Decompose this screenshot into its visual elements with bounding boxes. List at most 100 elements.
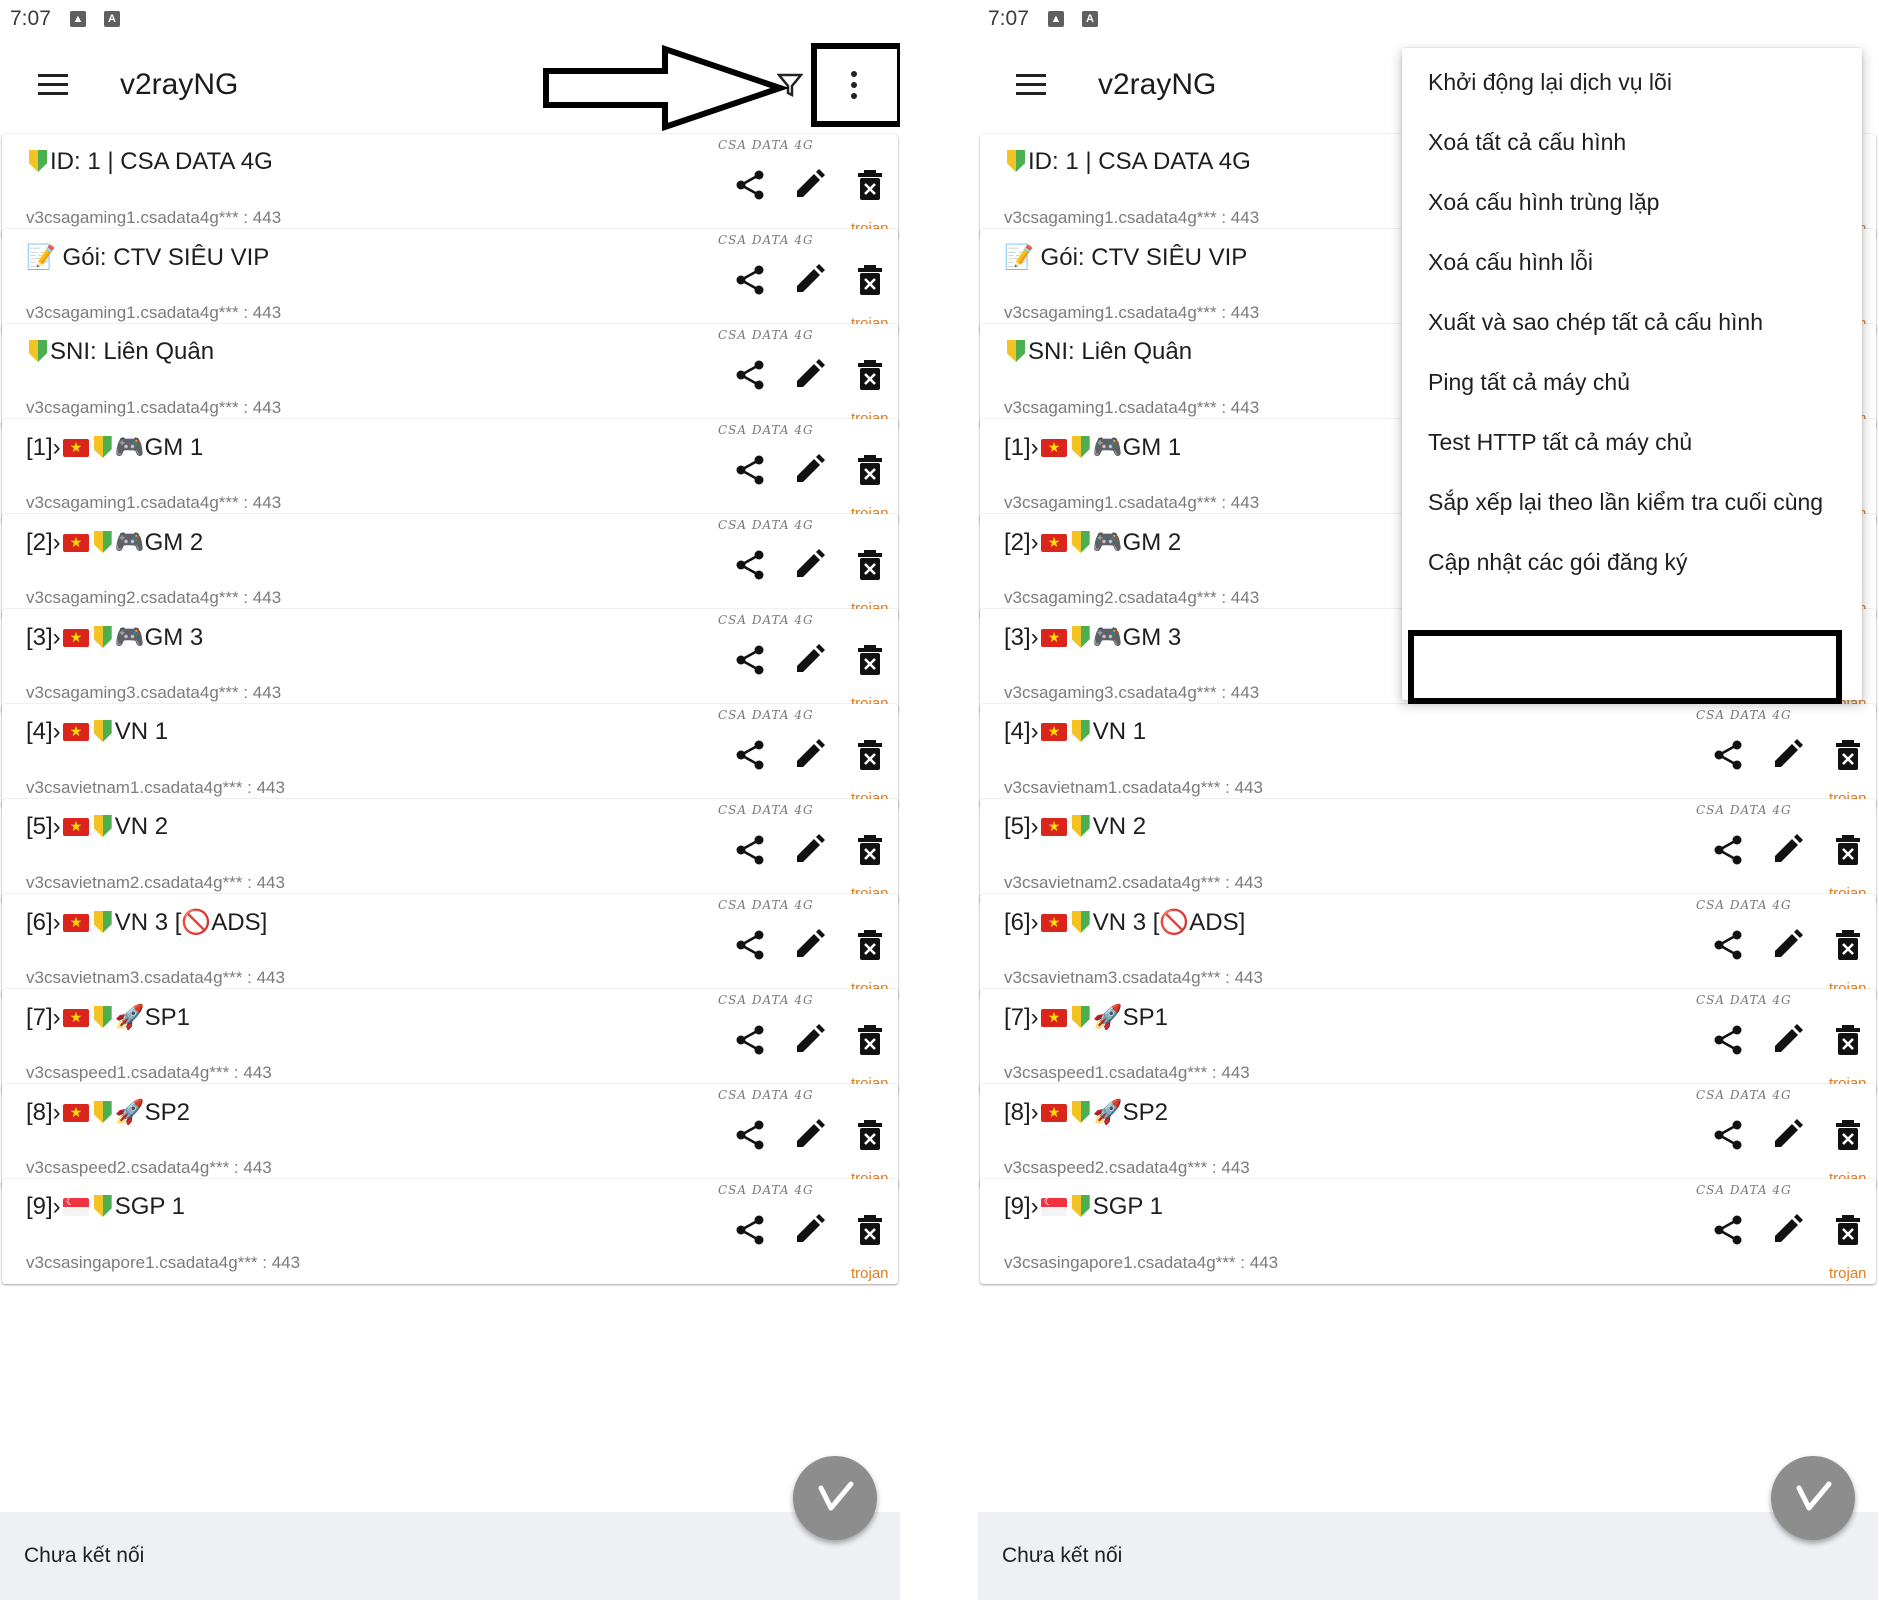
edit-icon[interactable] (792, 928, 826, 962)
profile-watermark: CSA DATA 4G (718, 708, 814, 722)
profile-card[interactable]: [4]› VN 1 v3csavietnam1.csadata4g*** : 443… (980, 704, 1876, 809)
share-icon[interactable] (1711, 1118, 1745, 1152)
bottom-status-bar[interactable]: Chưa kết nối (0, 1512, 900, 1600)
delete-icon[interactable] (853, 453, 887, 487)
edit-icon[interactable] (792, 358, 826, 392)
share-icon[interactable] (1711, 928, 1745, 962)
profile-card[interactable]: [3]› 🎮GM 3 v3csagaming3.csadata4g*** : 443… (2, 609, 898, 714)
delete-icon[interactable] (853, 263, 887, 297)
delete-icon[interactable] (1831, 928, 1865, 962)
delete-icon[interactable] (853, 1118, 887, 1152)
profile-card[interactable]: [2]› 🎮GM 2 v3csagaming2.csadata4g*** : 443… (2, 514, 898, 619)
connect-button[interactable] (1771, 1456, 1855, 1540)
profile-card[interactable]: [8]› 🚀SP2 v3csaspeed2.csadata4g*** : 443 CS… (2, 1084, 898, 1189)
edit-icon[interactable] (792, 168, 826, 202)
delete-icon[interactable] (853, 1213, 887, 1247)
delete-icon[interactable] (853, 358, 887, 392)
delete-icon[interactable] (853, 548, 887, 582)
profile-card[interactable]: [9]› SGP 1 v3csasingapore1.csadata4g*** : … (2, 1179, 898, 1284)
profile-name-text: [4]› (26, 718, 61, 745)
profile-card[interactable]: ID: 1 | CSA DATA 4G v3csagaming1.csadata4… (2, 134, 898, 239)
edit-icon[interactable] (792, 1023, 826, 1057)
menu-icon[interactable] (38, 72, 70, 98)
edit-icon[interactable] (1770, 1118, 1804, 1152)
menu-icon[interactable] (1016, 72, 1048, 98)
profile-name: [2]› 🎮GM 2 (1004, 528, 1181, 557)
profile-card[interactable]: [7]› 🚀SP1 v3csaspeed1.csadata4g*** : 443 CS… (980, 989, 1876, 1094)
edit-icon[interactable] (792, 643, 826, 677)
edit-icon[interactable] (792, 453, 826, 487)
profile-card[interactable]: [1]› 🎮GM 1 v3csagaming1.csadata4g*** : 443… (2, 419, 898, 524)
profile-card[interactable]: [4]› VN 1 v3csavietnam1.csadata4g*** : 443… (2, 704, 898, 809)
edit-icon[interactable] (1770, 738, 1804, 772)
edit-icon[interactable] (792, 548, 826, 582)
profile-card[interactable]: [5]› VN 2 v3csavietnam2.csadata4g*** : 443… (980, 799, 1876, 904)
share-icon[interactable] (733, 1023, 767, 1057)
delete-icon[interactable] (853, 168, 887, 202)
profile-name-text: [6]› (1004, 909, 1039, 936)
edit-icon[interactable] (792, 263, 826, 297)
edit-icon[interactable] (792, 1213, 826, 1247)
share-icon[interactable] (733, 263, 767, 297)
profile-card[interactable]: [9]› SGP 1 v3csasingapore1.csadata4g*** : … (980, 1179, 1876, 1284)
menu-item[interactable]: Cập nhật các gói đăng ký (1402, 528, 1862, 600)
profile-name-text: [9]› (1004, 1193, 1039, 1220)
share-icon[interactable] (1711, 1023, 1745, 1057)
share-icon[interactable] (733, 453, 767, 487)
delete-icon[interactable] (1831, 1118, 1865, 1152)
bottom-status-bar[interactable]: Chưa kết nối (978, 1512, 1878, 1600)
share-icon[interactable] (1711, 738, 1745, 772)
profile-card[interactable]: [5]› VN 2 v3csavietnam2.csadata4g*** : 443… (2, 799, 898, 904)
delete-icon[interactable] (1831, 1213, 1865, 1247)
delete-icon[interactable] (1831, 738, 1865, 772)
share-icon[interactable] (733, 738, 767, 772)
profile-name-text: 📝 Gói: CTV SIÊU VIP (1004, 244, 1248, 271)
share-icon[interactable] (733, 358, 767, 392)
profile-name: [9]› SGP 1 (1004, 1193, 1163, 1221)
edit-icon[interactable] (1770, 1213, 1804, 1247)
connect-button[interactable] (793, 1456, 877, 1540)
delete-icon[interactable] (853, 833, 887, 867)
delete-icon[interactable] (853, 643, 887, 677)
singapore-flag-icon (1040, 1195, 1067, 1216)
edit-icon[interactable] (792, 833, 826, 867)
profile-card[interactable]: SNI: Liên Quân v3csagaming1.csadata4g*** … (2, 324, 898, 429)
profile-name-text: VN 3 [🚫ADS] (114, 909, 268, 936)
profile-address: v3csagaming1.csadata4g*** : 443 (1004, 493, 1260, 512)
profile-card[interactable]: 📝 Gói: CTV SIÊU VIP v3csagaming1.csadata4… (2, 229, 898, 334)
share-icon[interactable] (1711, 1213, 1745, 1247)
delete-icon[interactable] (1831, 833, 1865, 867)
share-icon[interactable] (733, 928, 767, 962)
profile-name-text: [7]› (1004, 1004, 1039, 1031)
profile-card[interactable]: [7]› 🚀SP1 v3csaspeed1.csadata4g*** : 443 CS… (2, 989, 898, 1094)
status-time: 7:07 (988, 7, 1029, 30)
edit-icon[interactable] (1770, 833, 1804, 867)
share-icon[interactable] (733, 1213, 767, 1247)
share-icon[interactable] (1711, 833, 1745, 867)
share-icon[interactable] (733, 643, 767, 677)
profile-card[interactable]: [8]› 🚀SP2 v3csaspeed2.csadata4g*** : 443 CS… (980, 1084, 1876, 1189)
profile-name: [8]› 🚀SP2 (26, 1098, 190, 1127)
profile-name: [4]› VN 1 (1004, 718, 1146, 746)
share-icon[interactable] (733, 168, 767, 202)
delete-icon[interactable] (853, 928, 887, 962)
profile-name-text: ID: 1 | CSA DATA 4G (50, 148, 273, 175)
beginner-shield-icon (1007, 340, 1025, 362)
profile-card[interactable]: [6]› VN 3 [🚫ADS] v3csavietnam3.csadata4g**… (980, 894, 1876, 999)
delete-icon[interactable] (853, 738, 887, 772)
share-icon[interactable] (733, 1118, 767, 1152)
share-icon[interactable] (733, 833, 767, 867)
share-icon[interactable] (733, 548, 767, 582)
delete-icon[interactable] (1831, 1023, 1865, 1057)
profile-name-text: 🎮GM 3 (114, 624, 204, 651)
edit-icon[interactable] (792, 1118, 826, 1152)
delete-icon[interactable] (853, 1023, 887, 1057)
profile-watermark: CSA DATA 4G (718, 803, 814, 817)
profile-card[interactable]: [6]› VN 3 [🚫ADS] v3csavietnam3.csadata4g**… (2, 894, 898, 999)
highlight-overflow-button (811, 43, 900, 127)
edit-icon[interactable] (1770, 1023, 1804, 1057)
edit-icon[interactable] (792, 738, 826, 772)
profile-address: v3csavietnam1.csadata4g*** : 443 (26, 778, 285, 797)
profile-address: v3csasingapore1.csadata4g*** : 443 (26, 1253, 301, 1272)
edit-icon[interactable] (1770, 928, 1804, 962)
